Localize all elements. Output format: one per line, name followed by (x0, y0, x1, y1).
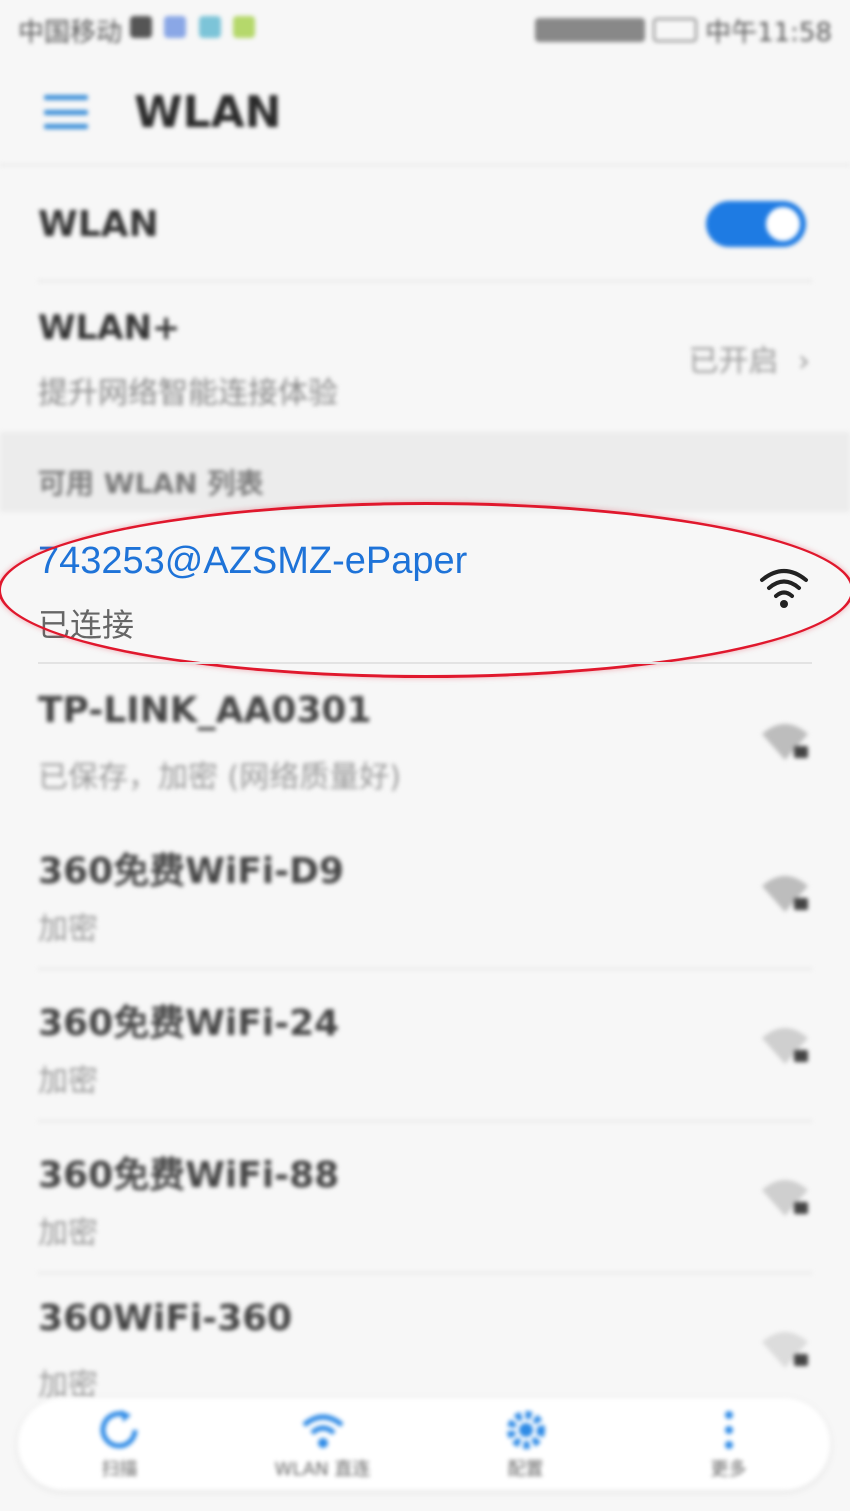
profile-app-icon (164, 16, 187, 38)
status-bar: 中国移动 中午11:58 (0, 0, 850, 60)
switch-knob (766, 207, 800, 241)
config-button[interactable]: 配置 (451, 1407, 601, 1481)
network-status: 已保存，加密 (网络质量好) (38, 760, 401, 795)
gear-icon (506, 1411, 545, 1449)
wifi-locked-icon (762, 876, 808, 912)
carrier-label: 中国移动 (18, 17, 123, 48)
wifi-locked-icon (762, 724, 808, 760)
wifi-signal-icon (760, 569, 808, 608)
gallery-app-icon (198, 16, 221, 38)
wifi-locked-icon (762, 1028, 808, 1064)
more-label: 更多 (710, 1459, 747, 1480)
more-button[interactable]: 更多 (654, 1407, 804, 1481)
refresh-icon (100, 1410, 137, 1449)
network-name: TP-LINK_AA0301 (38, 690, 372, 731)
battery-icon (653, 18, 698, 42)
wifi-locked-icon (762, 1180, 808, 1216)
network-status: 加密 (38, 1216, 98, 1251)
more-vertical-icon (724, 1411, 733, 1449)
connected-network-name: 743253@AZSMZ-ePaper (38, 540, 468, 582)
heart-icon (130, 16, 153, 38)
connected-network-status: 已连接 (38, 606, 135, 644)
network-name: 360免费WiFi-D9 (38, 851, 345, 892)
wlan-plus-status-text: 已开启 (688, 344, 779, 379)
network-status: 加密 (38, 912, 98, 947)
network-row[interactable]: 360免费WiFi-24 加密 (0, 970, 850, 1122)
wlan-toggle-row[interactable]: WLAN (0, 168, 850, 280)
wlan-toggle-label: WLAN (38, 203, 159, 245)
status-left: 中国移动 (18, 12, 259, 49)
wlan-plus-subtitle: 提升网络智能连接体验 (38, 376, 338, 411)
network-status: 加密 (38, 1064, 98, 1099)
available-networks-header: 可用 WLAN 列表 (0, 432, 850, 512)
app-bar: WLAN (0, 60, 850, 166)
chevron-right-icon: › (798, 344, 810, 379)
hamburger-menu-icon[interactable] (44, 95, 88, 129)
network-name: 360免费WiFi-24 (38, 1003, 340, 1044)
network-row[interactable]: 360免费WiFi-88 加密 (0, 1122, 850, 1274)
divider (38, 662, 812, 664)
network-name: 360WiFi-360 (38, 1298, 293, 1339)
bottom-nav: 扫描 WLAN 直连 配置 更多 (18, 1398, 830, 1490)
scan-button[interactable]: 扫描 (45, 1407, 195, 1481)
wlan-plus-title: WLAN+ (38, 308, 181, 348)
network-row[interactable]: 360免费WiFi-D9 加密 (0, 818, 850, 970)
network-name: 360免费WiFi-88 (38, 1155, 340, 1196)
wlan-plus-status: 已开启 › (688, 336, 810, 380)
wlan-direct-button[interactable]: WLAN 直连 (248, 1407, 398, 1481)
section-label: 可用 WLAN 列表 (38, 467, 264, 500)
highlight-ring (0, 502, 850, 678)
notification-icons (130, 15, 259, 45)
network-row[interactable]: TP-LINK_AA0301 已保存，加密 (网络质量好) (0, 666, 850, 818)
config-label: 配置 (507, 1459, 544, 1480)
page-title: WLAN (134, 86, 282, 138)
wlan-plus-row[interactable]: WLAN+ 提升网络智能连接体验 已开启 › (0, 282, 850, 432)
wlan-switch[interactable] (706, 201, 806, 247)
scan-label: 扫描 (101, 1459, 138, 1480)
clock: 中午11:58 (705, 17, 832, 48)
status-right: 中午11:58 (535, 12, 832, 49)
play-app-icon (232, 16, 255, 38)
wlan-direct-label: WLAN 直连 (274, 1459, 371, 1480)
wifi-direct-icon (301, 1414, 344, 1448)
signal-icons (535, 18, 646, 42)
wifi-locked-icon (762, 1332, 808, 1368)
